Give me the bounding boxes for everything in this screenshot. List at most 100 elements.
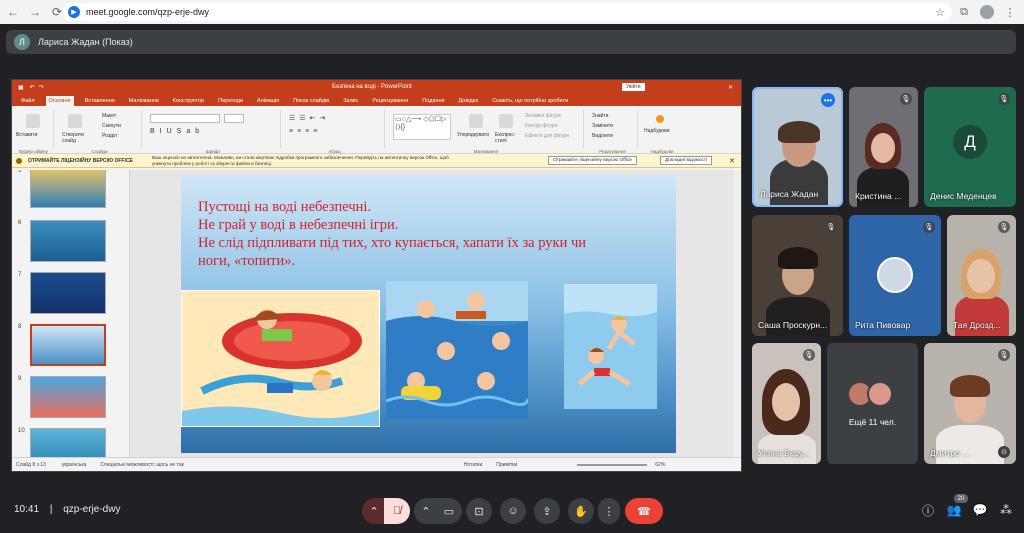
people-icon[interactable]: 👥 (944, 500, 964, 520)
camera-options-chevron-icon[interactable]: ⌃ (414, 498, 438, 524)
participant-tile[interactable]: 🎙 Уляна Бєру... (752, 343, 821, 464)
font-size-select[interactable] (224, 114, 244, 123)
activities-icon[interactable]: ⁂ (996, 500, 1016, 520)
slide-thumbnail[interactable] (30, 272, 106, 314)
get-license-button[interactable]: Отримайте ліцензійну версію Office (548, 156, 637, 165)
new-slide-icon[interactable] (68, 114, 82, 128)
participant-name: Дмитро ... (930, 448, 970, 458)
comments-button[interactable]: Примітки (496, 462, 517, 468)
leave-call-button[interactable]: ☎ (625, 498, 663, 524)
participant-tile[interactable]: 🎙 Тая Дрозд... (947, 215, 1016, 336)
slide-thumbnail[interactable] (30, 170, 106, 208)
address-bar[interactable]: ▶ meet.google.com/qzp-erje-dwy (62, 3, 952, 21)
tab-slideshow[interactable]: Показ слайдів (290, 96, 332, 106)
zoom-slider[interactable] (577, 463, 648, 466)
section-button[interactable]: Розділ (102, 133, 117, 139)
mic-options-chevron-icon[interactable]: ⌃ (362, 498, 386, 524)
undo-icon[interactable]: ↶ (30, 84, 35, 91)
forward-icon[interactable]: → (26, 3, 44, 21)
current-slide[interactable]: Пустощі на воді небезпечні. Не грай у во… (181, 176, 676, 453)
quick-styles-button[interactable]: Експрес-стилі (495, 132, 521, 144)
language-indicator[interactable]: українська (62, 462, 87, 468)
slide-thumbnail[interactable] (30, 376, 106, 418)
participant-tile[interactable]: 🎙 Кристина ... (849, 87, 918, 207)
mic-off-icon: 🎙̸ (392, 505, 402, 517)
participant-tile[interactable]: 🎙 Дмитро ... ⊙ (924, 343, 1016, 464)
tab-record[interactable]: Запис (340, 96, 361, 106)
participant-tile[interactable]: Ещё 11 чел. (827, 343, 918, 464)
participant-tile[interactable]: Д 🎙 Денис Меденцев (924, 87, 1016, 207)
select-button[interactable]: Виділити (592, 133, 613, 139)
paste-button[interactable]: Вставити (16, 132, 37, 138)
extensions-icon[interactable]: ⧉ (956, 4, 972, 20)
slide-thumbnail[interactable] (30, 220, 106, 262)
ppt-workspace: 5 6 7 8 9 10 Пустощі на воді небезпечні.… (12, 170, 741, 457)
participant-tile[interactable]: ••• Лариса Жадан (752, 87, 843, 207)
addins-icon[interactable] (656, 115, 664, 123)
camera-toggle-button[interactable]: ▭ (436, 498, 462, 524)
tell-me-search[interactable]: Скажіть, що потрібно зробити (489, 96, 571, 106)
arrange-button[interactable]: Упорядкувати (457, 132, 489, 138)
paste-icon[interactable] (26, 114, 40, 128)
close-warning-icon[interactable]: ✕ (729, 157, 735, 165)
new-slide-button[interactable]: Створити слайд (62, 132, 92, 144)
meet-site-icon: ▶ (68, 6, 80, 18)
signin-button[interactable]: Увійти (622, 83, 645, 91)
raise-hand-button[interactable]: ✋ (568, 498, 594, 524)
window-close-icon[interactable]: ✕ (728, 84, 733, 91)
captions-button[interactable]: ⊡ (466, 498, 492, 524)
participant-name: Саша Проскурн... (758, 320, 828, 330)
align-buttons[interactable]: ≡≡≡≡ (289, 128, 321, 135)
tab-design[interactable]: Конструктор (170, 96, 207, 106)
replace-button[interactable]: Замінити (592, 123, 613, 129)
paragraph-group: ☰☰⇤⇥ ≡≡≡≡ Абзац (285, 110, 385, 154)
participant-tile[interactable]: 🎙 Саша Проскурн... (752, 215, 843, 336)
profile-avatar[interactable] (980, 5, 994, 19)
emoji-button[interactable]: ☺ (500, 498, 526, 524)
learn-more-button[interactable]: Докладні відомості (660, 156, 713, 165)
list-buttons[interactable]: ☰☰⇤⇥ (289, 114, 329, 122)
slide-thumbnail[interactable] (30, 428, 106, 457)
browser-menu-icon[interactable]: ⋮ (1002, 4, 1018, 20)
notes-button[interactable]: Нотатки (464, 462, 482, 468)
font-format-buttons[interactable]: BIUSab (150, 128, 204, 135)
zoom-level[interactable]: 62% (655, 462, 665, 468)
tab-home[interactable]: Основне (45, 96, 74, 106)
shapes-gallery[interactable]: ▭○△⟶ ◇⬠☐▷ ⟨⟩{} (393, 114, 451, 140)
tab-draw[interactable]: Малювання (126, 96, 162, 106)
tab-view[interactable]: Подання (419, 96, 447, 106)
chat-icon[interactable]: 💬 (970, 500, 990, 520)
pin-icon[interactable]: ⊙ (998, 446, 1010, 458)
back-icon[interactable]: ← (4, 3, 22, 21)
font-family-select[interactable] (150, 114, 220, 123)
tab-review[interactable]: Рецензування (369, 96, 411, 106)
more-options-icon[interactable]: ••• (821, 93, 835, 107)
slide-text-line: ноги, «топити». (198, 253, 296, 269)
tab-animations[interactable]: Анімація (254, 96, 282, 106)
shape-effects-button[interactable]: Ефекти для фігури (525, 133, 569, 139)
present-button[interactable]: ⇪ (534, 498, 560, 524)
shape-outline-button[interactable]: Контур фігури (525, 123, 557, 129)
tab-help[interactable]: Довідка (455, 96, 481, 106)
find-button[interactable]: Знайти (592, 113, 608, 119)
bookmark-star-icon[interactable]: ☆ (932, 4, 948, 20)
more-options-button[interactable]: ⋮ (598, 498, 620, 524)
meeting-details-icon[interactable]: ⓘ (918, 500, 938, 520)
shape-fill-button[interactable]: Заливка фігури (525, 113, 561, 119)
participant-name: Тая Дрозд... (953, 320, 1001, 330)
layout-button[interactable]: Макет (102, 113, 116, 119)
accessibility-status[interactable]: Спеціальні можливості: щось не так (100, 462, 183, 468)
save-icon[interactable]: ▣ (18, 84, 24, 91)
slide-thumbnail-selected[interactable] (30, 324, 106, 366)
addins-button[interactable]: Надбудови (644, 128, 670, 134)
redo-icon[interactable]: ↷ (39, 84, 44, 91)
participant-tile[interactable]: 🎙 Рита Пивовар (849, 215, 941, 336)
tab-transitions[interactable]: Переходи (215, 96, 246, 106)
tab-insert[interactable]: Вставлення (82, 96, 118, 106)
quick-styles-icon[interactable] (499, 114, 513, 128)
vertical-scrollbar[interactable] (734, 170, 741, 457)
arrange-icon[interactable] (469, 114, 483, 128)
mic-toggle-button[interactable]: 🎙̸ (384, 498, 410, 524)
reset-button[interactable]: Скинути (102, 123, 121, 129)
tab-file[interactable]: Файл (18, 96, 38, 106)
